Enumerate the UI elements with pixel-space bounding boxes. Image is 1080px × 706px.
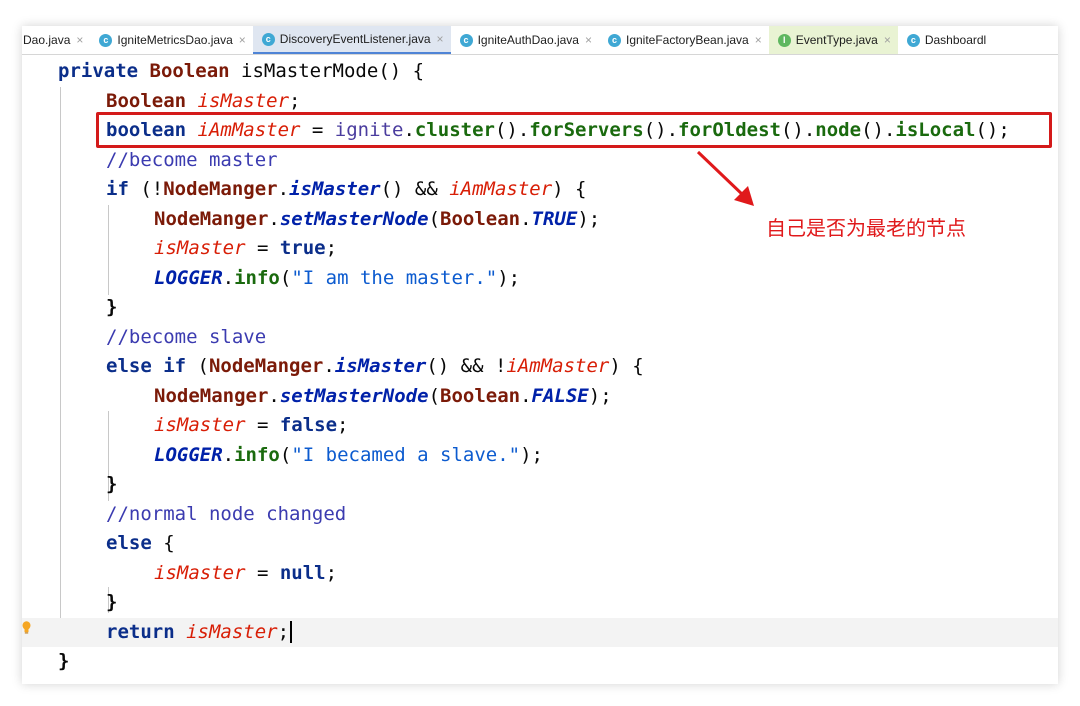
annotation-label: 自己是否为最老的节点	[766, 216, 966, 240]
ide-window: Dao.java × c IgniteMetricsDao.java × c D…	[22, 26, 1058, 684]
annotation-arrow	[696, 150, 754, 206]
